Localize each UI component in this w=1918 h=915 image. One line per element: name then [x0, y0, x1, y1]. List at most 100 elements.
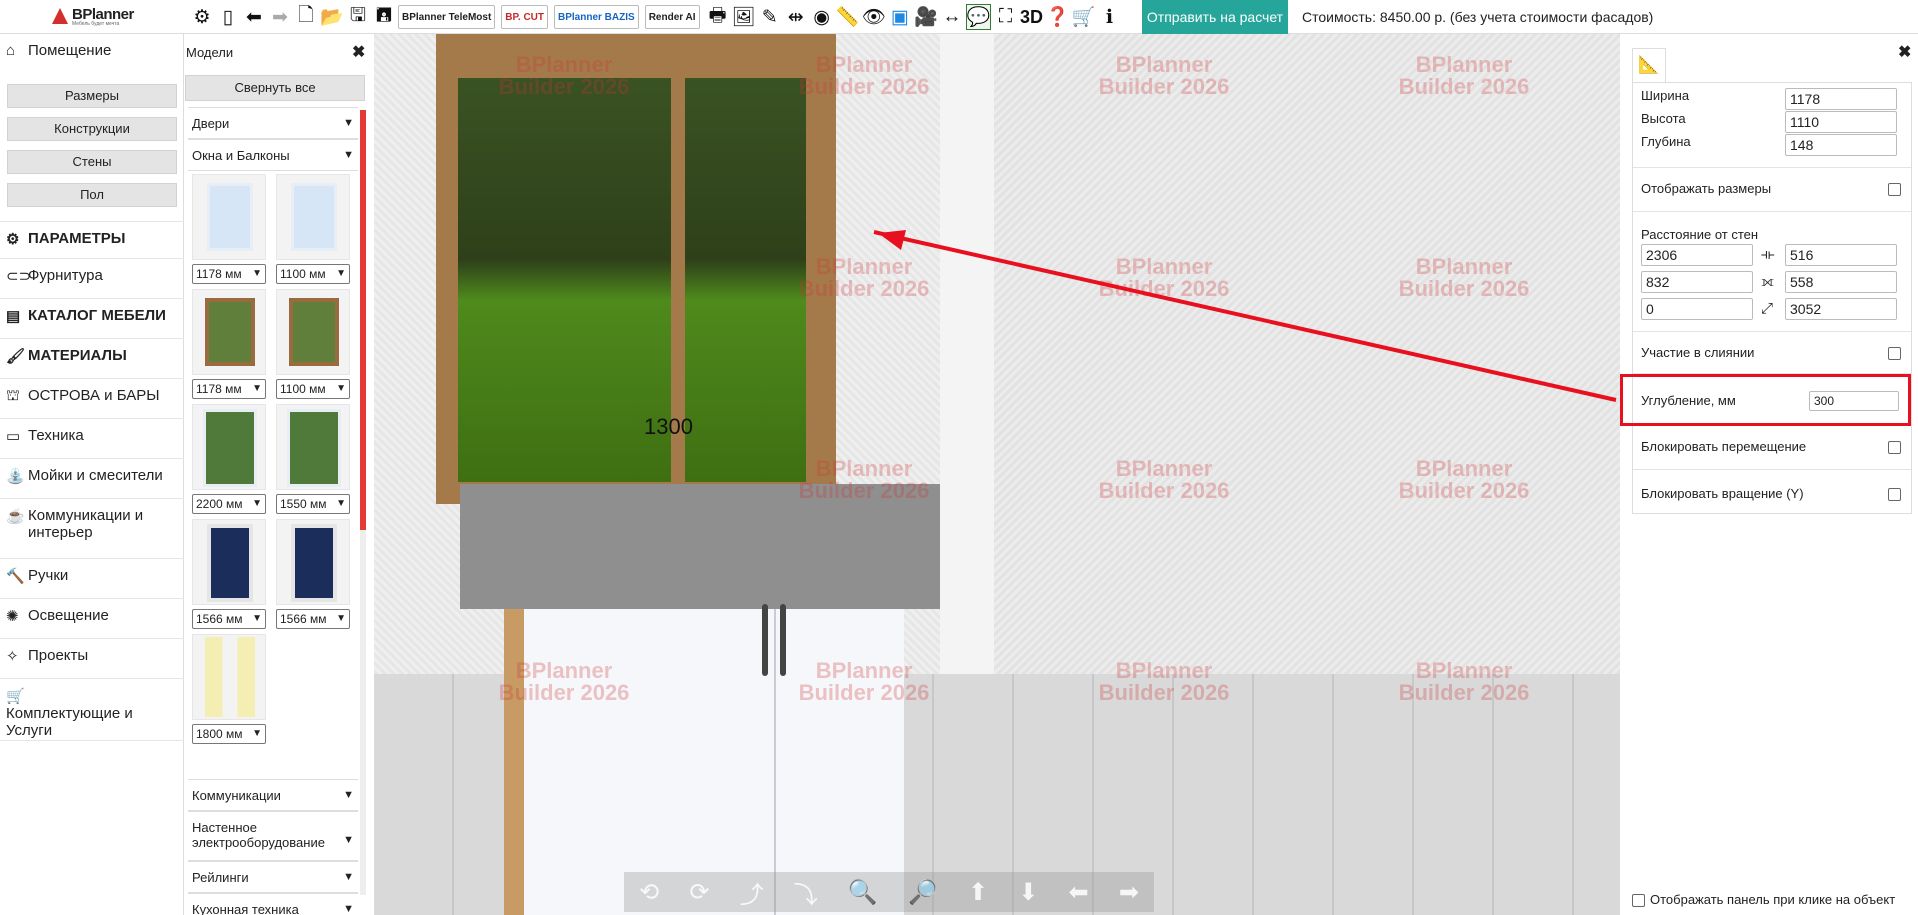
show-panel-on-click-checkbox[interactable]	[1632, 894, 1645, 907]
pan-down-icon[interactable]: ⬇	[1018, 878, 1038, 907]
depth-field[interactable]: 148	[1785, 134, 1897, 156]
save-as-icon[interactable]: 🖪	[372, 4, 396, 30]
accordion-windows[interactable]: Окна и Балконы ▼	[188, 139, 358, 171]
model-item[interactable]: 1566 мм ▼	[188, 519, 270, 633]
telemost-button[interactable]: BPlanner TeleMost	[398, 5, 496, 29]
size-select[interactable]: 1566 мм ▼	[276, 609, 350, 629]
collapse-all-button[interactable]: Свернуть все	[185, 75, 365, 101]
distance-left-field[interactable]: 2306	[1641, 244, 1753, 266]
show-dimensions-checkbox[interactable]	[1888, 183, 1901, 196]
size-select[interactable]: 1100 мм ▼	[276, 264, 350, 284]
bplanner-logo[interactable]: BPlanner Мебель будет мечта	[52, 6, 138, 28]
orbit-right-icon[interactable]: ⟳	[689, 878, 709, 907]
nav-hardware[interactable]: ⊂⊃ Фурнитура	[0, 259, 184, 299]
distance-right-field[interactable]: 516	[1785, 244, 1897, 266]
info-icon[interactable]: ℹ	[1097, 4, 1121, 30]
nav-appliances[interactable]: ▭ Техника	[0, 419, 184, 459]
nav-services[interactable]: 🛒 Комплектующие и Услуги	[0, 679, 184, 741]
presentation-icon[interactable]: ▣	[888, 4, 912, 30]
size-select[interactable]: 1800 мм ▼	[192, 724, 266, 744]
width-field[interactable]: 1178	[1785, 88, 1897, 110]
model-item[interactable]: 1100 мм ▼	[272, 289, 354, 403]
size-select[interactable]: 2200 мм ▼	[192, 494, 266, 514]
distance-back-field[interactable]: 3052	[1785, 298, 1897, 320]
models-scrollbar-thumb[interactable]	[360, 110, 366, 530]
nav-projects[interactable]: ✧ Проекты	[0, 639, 184, 679]
distance-front-field[interactable]: 0	[1641, 298, 1753, 320]
window-thumbnail[interactable]	[276, 174, 350, 260]
accordion-wall-electric[interactable]: Настенное электрооборудование ▼	[188, 811, 358, 861]
new-file-icon[interactable]: 🗋	[294, 4, 318, 30]
close-icon[interactable]: ✖	[352, 42, 365, 62]
nav-communications[interactable]: ☕ Коммуникации и интерьер	[0, 499, 184, 559]
model-item[interactable]: 1550 мм ▼	[272, 404, 354, 518]
size-select[interactable]: 1178 мм ▼	[192, 264, 266, 284]
size-select[interactable]: 1178 мм ▼	[192, 379, 266, 399]
accordion-kitchen-appliances[interactable]: Кухонная техника ▼	[188, 893, 358, 915]
horizontal-arrows-icon[interactable]: ↔	[940, 4, 964, 30]
image-icon[interactable]: 🖼	[732, 4, 756, 30]
3d-view-button[interactable]: 3D	[1019, 4, 1043, 30]
model-item[interactable]: 1178 мм ▼	[188, 289, 270, 403]
lock-move-checkbox[interactable]	[1888, 441, 1901, 454]
model-item[interactable]: 1566 мм ▼	[272, 519, 354, 633]
eye-icon[interactable]: 👁	[862, 4, 886, 30]
zoom-out-icon[interactable]: 🔎	[908, 878, 938, 907]
size-select[interactable]: 1550 мм ▼	[276, 494, 350, 514]
distance-bottom-field[interactable]: 832	[1641, 271, 1753, 293]
nav-sinks[interactable]: ⛲ Мойки и смесители	[0, 459, 184, 499]
model-item[interactable]: 2200 мм ▼	[188, 404, 270, 518]
device-icon[interactable]: ▯	[216, 4, 240, 30]
lock-rotate-checkbox[interactable]	[1888, 488, 1901, 501]
pan-left-icon[interactable]: ⬅	[1069, 878, 1089, 907]
arrow-left-icon[interactable]: ⬅	[242, 4, 266, 30]
size-select[interactable]: 1566 мм ▼	[192, 609, 266, 629]
model-item[interactable]: 1100 мм ▼	[272, 174, 354, 288]
nav-parameters[interactable]: ⚙ ПАРАМЕТРЫ	[0, 221, 184, 259]
orbit-left-icon[interactable]: ⟲	[639, 878, 659, 907]
video-camera-icon[interactable]: 🎥	[914, 4, 938, 30]
rotate-up-icon[interactable]: ⤴	[740, 875, 764, 910]
room-sizes-button[interactable]: Размеры	[7, 84, 177, 108]
room-walls-button[interactable]: Стены	[7, 150, 177, 174]
rotate-down-icon[interactable]: ⤵	[794, 875, 818, 910]
help-icon[interactable]: ❓	[1045, 4, 1070, 30]
door-thumbnail[interactable]	[192, 519, 266, 605]
window-thumbnail[interactable]	[192, 289, 266, 375]
fullscreen-icon[interactable]: ⛶	[993, 4, 1017, 30]
accordion-rails[interactable]: Рейлинги ▼	[188, 861, 358, 893]
room-constructions-button[interactable]: Конструкции	[7, 117, 177, 141]
3d-viewport[interactable]: 1300 BPlanner Builder 2026 BPlanner Builde…	[374, 34, 1620, 915]
pan-right-icon[interactable]: ➡	[1119, 878, 1139, 907]
height-field[interactable]: 1110	[1785, 111, 1897, 133]
model-item[interactable]: 1178 мм ▼	[188, 174, 270, 288]
nav-handles[interactable]: 🔨 Ручки	[0, 559, 184, 599]
gear-icon[interactable]: ⚙	[190, 4, 214, 30]
nav-lighting[interactable]: ✺ Освещение	[0, 599, 184, 639]
door-thumbnail[interactable]	[276, 519, 350, 605]
render-ai-button[interactable]: Render AI	[644, 5, 700, 29]
measure-width-icon[interactable]: ⇹	[784, 4, 808, 30]
send-for-calculation-button[interactable]: Отправить на расчет	[1142, 0, 1288, 34]
print-icon[interactable]: 🖶	[706, 4, 730, 30]
model-item[interactable]: 1800 мм ▼	[188, 634, 270, 748]
balcony-door-thumbnail[interactable]	[192, 404, 266, 490]
balcony-door-thumbnail[interactable]	[276, 404, 350, 490]
accordion-doors[interactable]: Двери ▼	[188, 107, 358, 139]
nav-islands[interactable]: ⛫ ОСТРОВА и БАРЫ	[0, 379, 184, 419]
zoom-in-icon[interactable]: 🔍	[848, 878, 878, 907]
comment-icon[interactable]: 💬	[965, 4, 992, 30]
window-thumbnail[interactable]	[276, 289, 350, 375]
ruler-icon[interactable]: 📏	[836, 4, 860, 30]
size-select[interactable]: 1100 мм ▼	[276, 379, 350, 399]
room-floor-button[interactable]: Пол	[7, 183, 177, 207]
distance-top-field[interactable]: 558	[1785, 271, 1897, 293]
curtain-thumbnail[interactable]	[192, 634, 266, 720]
nav-materials[interactable]: 🖌 МАТЕРИАЛЫ	[0, 339, 184, 379]
bp-cut-button[interactable]: BP. CUT	[501, 5, 548, 29]
bazis-button[interactable]: BPlanner BAZIS	[554, 5, 639, 29]
nav-furniture-catalog[interactable]: ▤ КАТАЛОГ МЕБЕЛИ	[0, 299, 184, 339]
nav-room[interactable]: ⌂ Помещение	[0, 34, 184, 74]
cart-icon[interactable]: 🛒	[1071, 4, 1096, 30]
save-icon[interactable]: 🖫	[346, 4, 370, 30]
